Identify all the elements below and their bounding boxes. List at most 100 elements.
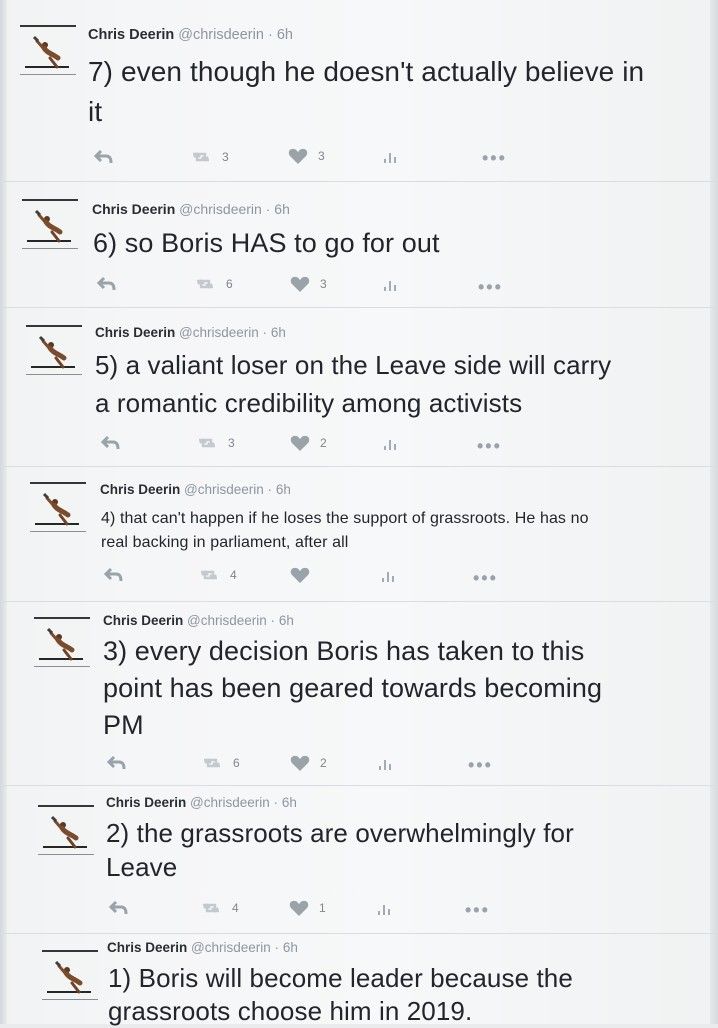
separator-dot: · (274, 940, 280, 955)
avatar[interactable] (42, 950, 98, 1000)
analytics-button[interactable] (376, 899, 394, 917)
avatar[interactable] (26, 325, 82, 375)
author-name[interactable]: Chris Deerin (100, 482, 180, 497)
retweet-count: 3 (222, 150, 229, 164)
avatar-person-icon (39, 627, 83, 661)
retweet-icon (201, 570, 217, 580)
author-handle[interactable]: @chrisdeerin (178, 27, 264, 43)
author-name[interactable]: Chris Deerin (92, 201, 175, 217)
tweet-header: Chris Deerin @chrisdeerin · 6h (88, 26, 293, 44)
retweet-icon (193, 152, 209, 162)
analytics-icon (382, 572, 394, 582)
author-name[interactable]: Chris Deerin (88, 27, 174, 43)
author-name[interactable]: Chris Deerin (106, 795, 186, 810)
analytics-button[interactable] (382, 147, 400, 165)
heart-icon (289, 900, 309, 916)
avatar-person-icon (43, 815, 87, 849)
author-handle[interactable]: @chrisdeerin (179, 201, 262, 217)
more-icon: ••• (473, 567, 498, 588)
avatar-person-icon (25, 35, 69, 69)
avatar[interactable] (30, 482, 86, 532)
retweet-button[interactable]: 4 (198, 566, 237, 584)
reply-button[interactable] (108, 898, 128, 916)
tweet-time[interactable]: 6h (282, 795, 297, 810)
author-handle[interactable]: @chrisdeerin (187, 613, 267, 628)
analytics-button[interactable] (377, 754, 395, 772)
tweet-item[interactable]: Chris Deerin @chrisdeerin · 6h 4) that c… (0, 467, 718, 602)
more-button[interactable]: ••• (482, 149, 507, 169)
avatar-person-icon (35, 492, 79, 526)
author-handle[interactable]: @chrisdeerin (179, 325, 259, 340)
tweet-item[interactable]: Chris Deerin @chrisdeerin · 6h 5) a vali… (0, 308, 718, 467)
retweet-button[interactable]: 4 (200, 899, 239, 917)
tweet-time[interactable]: 6h (283, 940, 298, 955)
separator-dot: · (267, 27, 273, 43)
more-button[interactable]: ••• (473, 567, 498, 589)
author-handle[interactable]: @chrisdeerin (191, 940, 271, 955)
retweet-button[interactable]: 6 (194, 275, 233, 293)
analytics-button[interactable] (382, 434, 400, 452)
heart-icon (290, 567, 310, 583)
analytics-icon (384, 440, 396, 450)
tweet-text: 7) even though he doesn't actually belie… (88, 56, 645, 127)
more-button[interactable]: ••• (465, 899, 490, 921)
separator-dot: · (267, 482, 273, 497)
reply-icon (100, 435, 120, 450)
more-icon: ••• (478, 276, 503, 297)
like-button[interactable]: 1 (289, 899, 326, 917)
like-button[interactable]: 2 (290, 434, 327, 452)
reply-icon (103, 567, 123, 582)
retweet-count: 3 (228, 436, 235, 450)
retweet-button[interactable]: 3 (196, 434, 235, 452)
analytics-icon (384, 153, 396, 163)
heart-icon (290, 435, 310, 451)
tweet-header: Chris Deerin @chrisdeerin · 6h (95, 324, 286, 342)
avatar[interactable] (34, 617, 90, 667)
tweet-time[interactable]: 6h (279, 613, 294, 628)
tweet-text: 6) so Boris HAS to go for out (93, 228, 440, 258)
avatar[interactable] (22, 199, 78, 249)
tweet-time[interactable]: 6h (274, 201, 290, 217)
tweet-time[interactable]: 6h (277, 27, 293, 43)
like-button[interactable]: 3 (290, 275, 327, 293)
reply-button[interactable] (106, 753, 126, 771)
reply-button[interactable] (93, 147, 113, 165)
more-button[interactable]: ••• (468, 756, 493, 776)
separator-dot: · (270, 613, 276, 628)
heart-icon (290, 276, 310, 292)
reply-icon (93, 149, 113, 164)
reply-button[interactable] (103, 565, 123, 583)
analytics-button[interactable] (382, 275, 400, 293)
author-name[interactable]: Chris Deerin (107, 940, 187, 955)
more-icon: ••• (465, 899, 490, 920)
tweet-item[interactable]: Chris Deerin @chrisdeerin · 6h 6) so Bor… (0, 182, 718, 308)
avatar[interactable] (20, 25, 76, 75)
retweet-button[interactable]: 6 (201, 754, 240, 772)
tweet-item[interactable]: Chris Deerin @chrisdeerin · 6h 2) the gr… (0, 786, 718, 934)
avatar[interactable] (38, 805, 94, 855)
tweet-item[interactable]: Chris Deerin @chrisdeerin · 6h 7) even t… (0, 0, 718, 182)
more-button[interactable]: ••• (478, 276, 503, 298)
separator-dot: · (262, 325, 268, 340)
retweet-button[interactable]: 3 (190, 148, 229, 166)
like-button[interactable]: 3 (288, 147, 325, 165)
author-name[interactable]: Chris Deerin (103, 613, 183, 628)
reply-button[interactable] (96, 274, 116, 292)
author-handle[interactable]: @chrisdeerin (190, 795, 270, 810)
tweet-thread-screen: Chris Deerin @chrisdeerin · 6h 7) even t… (0, 0, 718, 1026)
analytics-button[interactable] (380, 566, 398, 584)
tweet-time[interactable]: 6h (276, 482, 291, 497)
separator-dot: · (265, 201, 271, 217)
more-button[interactable]: ••• (477, 435, 502, 457)
tweet-item[interactable]: Chris Deerin @chrisdeerin · 6h 1) Boris … (0, 934, 718, 1026)
analytics-icon (384, 281, 396, 291)
like-button[interactable] (290, 566, 320, 584)
tweet-header: Chris Deerin @chrisdeerin · 6h (106, 794, 297, 812)
tweet-item[interactable]: Chris Deerin @chrisdeerin · 6h 3) every … (0, 602, 718, 786)
tweet-time[interactable]: 6h (271, 325, 286, 340)
author-name[interactable]: Chris Deerin (95, 325, 175, 340)
like-button[interactable]: 2 (290, 754, 327, 772)
author-handle[interactable]: @chrisdeerin (184, 482, 264, 497)
reply-button[interactable] (100, 433, 120, 451)
more-icon: ••• (477, 435, 502, 456)
